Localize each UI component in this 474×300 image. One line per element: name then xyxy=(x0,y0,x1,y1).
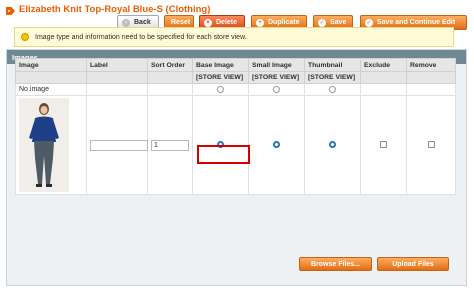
no-image-label: No image xyxy=(15,83,87,96)
column-header-base-image: Base Image xyxy=(192,58,249,72)
images-table-wrapper: Image Label Sort Order Base Image Small … xyxy=(15,58,456,195)
no-image-thumbnail-radio[interactable] xyxy=(329,85,336,93)
table-header-row: Image Label Sort Order Base Image Small … xyxy=(15,58,456,72)
column-header-image: Image xyxy=(15,58,87,72)
save-button-label: Save xyxy=(330,19,347,26)
small-image-radio[interactable] xyxy=(273,141,280,149)
exclude-checkbox[interactable] xyxy=(380,141,387,149)
images-table: Image Label Sort Order Base Image Small … xyxy=(15,58,456,195)
column-header-remove: Remove xyxy=(406,58,456,72)
upload-files-button[interactable]: Upload Files xyxy=(377,257,449,271)
duplicate-plus-icon: + xyxy=(256,18,264,27)
delete-x-icon: × xyxy=(204,18,212,27)
product-tag-icon xyxy=(6,7,15,15)
image-label-input[interactable] xyxy=(90,139,148,151)
column-header-thumbnail: Thumbnail xyxy=(304,58,361,72)
delete-button-label: Delete xyxy=(216,19,238,26)
no-image-small-radio[interactable] xyxy=(273,85,280,93)
uploader-bar: Browse Files... Upload Files xyxy=(0,257,474,271)
back-button-label: Back xyxy=(134,19,151,26)
save-and-continue-button-label: Save and Continue Edit xyxy=(377,19,456,26)
reset-button-label: Reset xyxy=(171,19,191,26)
small-image-scope: [STORE VIEW] xyxy=(248,71,305,84)
thumbnail-radio[interactable] xyxy=(329,141,336,149)
column-header-sort-order: Sort Order xyxy=(147,58,193,72)
base-image-scope: [STORE VIEW] xyxy=(192,71,249,84)
no-image-base-radio[interactable] xyxy=(217,85,224,93)
scope-row: [STORE VIEW] [STORE VIEW] [STORE VIEW] xyxy=(15,71,456,84)
product-thumbnail xyxy=(19,98,69,192)
page-title: Elizabeth Knit Top-Royal Blue-S (Clothin… xyxy=(19,4,211,15)
back-arrow-icon: ‹ xyxy=(122,18,130,27)
no-image-row: No image xyxy=(15,83,456,96)
save-continue-check-icon: ✓ xyxy=(365,18,373,27)
browse-files-button[interactable]: Browse Files... xyxy=(299,257,372,271)
lightbulb-icon xyxy=(21,33,29,41)
model-photo-icon xyxy=(19,98,69,192)
save-check-icon: ✓ xyxy=(318,18,326,27)
thumbnail-scope: [STORE VIEW] xyxy=(304,71,361,84)
image-notice: Image type and information need to be sp… xyxy=(14,27,454,47)
column-header-small-image: Small Image xyxy=(248,58,305,72)
duplicate-button-label: Duplicate xyxy=(268,19,300,26)
sort-order-input[interactable]: 1 xyxy=(151,139,189,151)
remove-checkbox[interactable] xyxy=(427,141,435,149)
base-image-highlight-box xyxy=(197,145,250,164)
column-header-label: Label xyxy=(86,58,148,72)
column-header-exclude: Exclude xyxy=(360,58,407,72)
notice-text: Image type and information need to be sp… xyxy=(35,33,247,41)
